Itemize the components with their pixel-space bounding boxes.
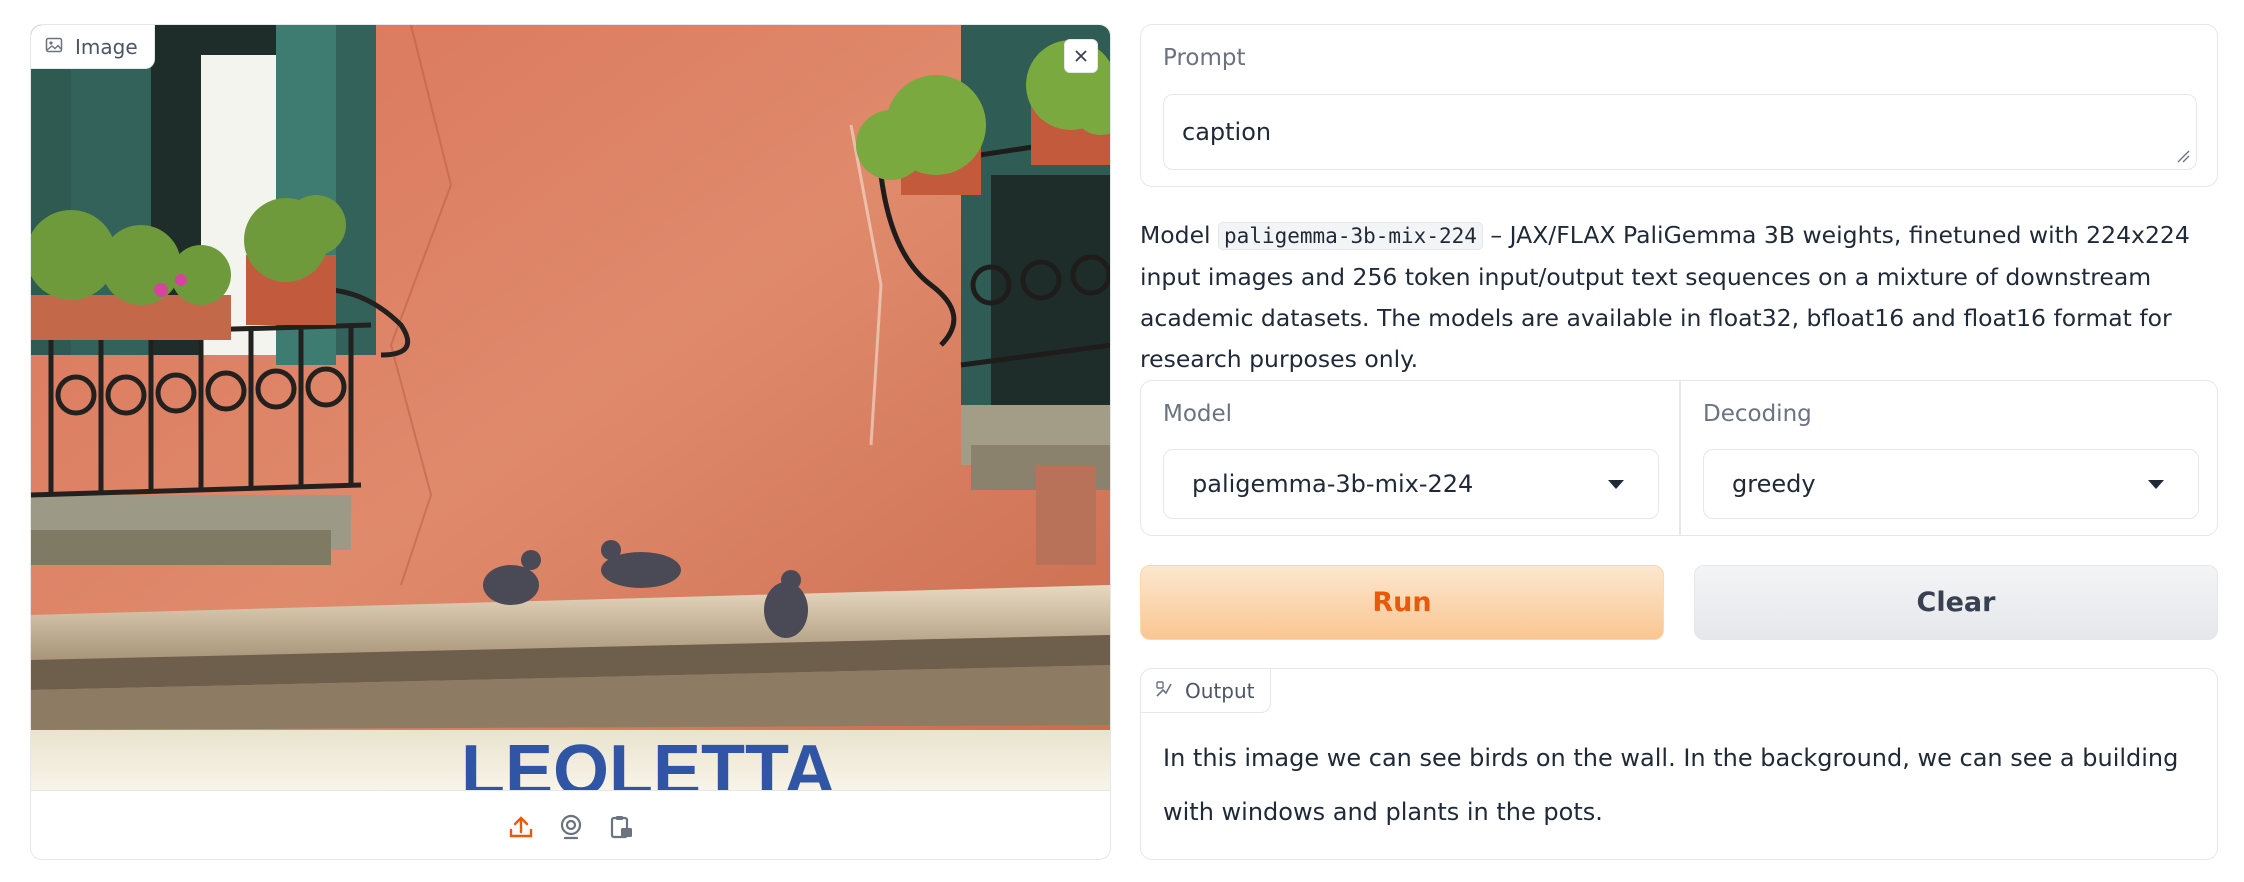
run-button[interactable]: Run <box>1140 565 1664 640</box>
prompt-label: Prompt <box>1163 45 1246 71</box>
description-prefix: Model <box>1140 221 1219 249</box>
model-description: Model paligemma-3b-mix-224 – JAX/FLAX Pa… <box>1140 215 2220 380</box>
output-label-text: Output <box>1185 678 1255 703</box>
output-panel: Output In this image we can see birds on… <box>1140 668 2218 860</box>
text-output-icon <box>1155 679 1173 703</box>
model-selected-value: paligemma-3b-mix-224 <box>1192 470 1474 498</box>
storefront-sign: LEOLETTA <box>461 731 836 790</box>
clear-image-button[interactable] <box>1064 39 1098 73</box>
resize-grip-icon[interactable] <box>2176 149 2190 163</box>
model-code: paligemma-3b-mix-224 <box>1218 222 1483 250</box>
image-label-text: Image <box>75 34 138 59</box>
image-source-toolbar <box>31 790 1110 859</box>
model-dropdown[interactable]: paligemma-3b-mix-224 <box>1163 449 1659 519</box>
prompt-panel: Prompt caption <box>1140 24 2218 187</box>
prompt-input[interactable]: caption <box>1163 94 2197 170</box>
prompt-value: caption <box>1182 118 1272 146</box>
decoding-label: Decoding <box>1703 401 1812 427</box>
clear-button[interactable]: Clear <box>1694 565 2218 640</box>
image-input-panel: LEOLETTA Image <box>30 24 1111 860</box>
pigeon-photo: LEOLETTA <box>31 25 1110 790</box>
chevron-down-icon <box>2148 479 2164 489</box>
uploaded-image[interactable]: LEOLETTA Image <box>31 25 1110 790</box>
clipboard-icon[interactable] <box>606 812 636 842</box>
model-label: Model <box>1163 401 1233 427</box>
decoding-selected-value: greedy <box>1732 470 1816 498</box>
chevron-down-icon <box>1608 479 1624 489</box>
output-text: In this image we can see birds on the wa… <box>1163 744 2179 826</box>
upload-icon[interactable] <box>506 812 536 842</box>
image-icon <box>45 35 63 59</box>
options-panel: Model paligemma-3b-mix-224 Decoding gree… <box>1140 380 2218 536</box>
output-block-label: Output <box>1141 669 1272 713</box>
webcam-icon[interactable] <box>556 812 586 842</box>
options-divider <box>1679 381 1681 535</box>
close-icon <box>1075 50 1087 62</box>
image-block-label: Image <box>31 25 155 69</box>
decoding-dropdown[interactable]: greedy <box>1703 449 2199 519</box>
